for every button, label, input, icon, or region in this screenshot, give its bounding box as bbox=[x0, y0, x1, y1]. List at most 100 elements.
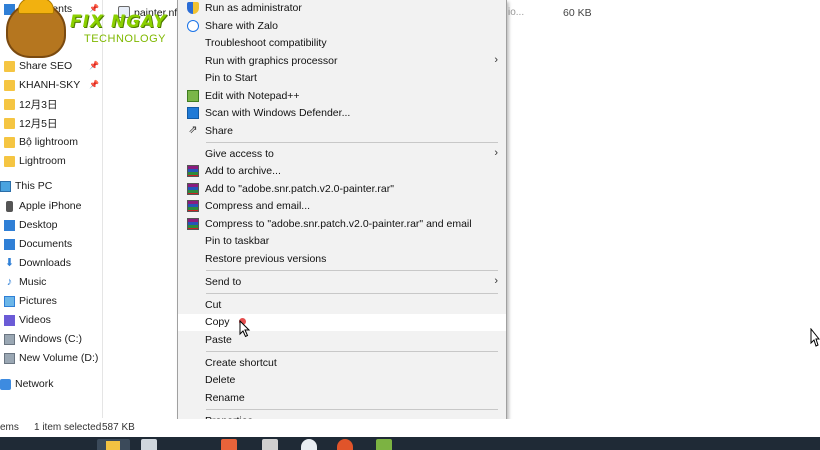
zalo-icon bbox=[187, 20, 199, 32]
app-taskbar-icon[interactable] bbox=[376, 439, 392, 450]
menu-item-restore-previous-versions[interactable]: Restore previous versions bbox=[178, 251, 506, 268]
folder-icon bbox=[106, 441, 120, 450]
nav-item-label: Network bbox=[15, 378, 54, 390]
menu-item-label: Rename bbox=[205, 392, 245, 404]
menu-item-compress-to-rar-and-email[interactable]: Compress to "adobe.snr.patch.v2.0-painte… bbox=[178, 216, 506, 233]
shield-icon bbox=[187, 2, 199, 14]
nav-item-label: New Volume (D:) bbox=[19, 352, 99, 364]
watermark-logo: FIX NGAY TECHNOLOGY bbox=[0, 0, 180, 62]
documents-icon bbox=[4, 238, 15, 250]
status-size: 587 KB bbox=[102, 422, 135, 433]
menu-item-label: Edit with Notepad++ bbox=[205, 90, 300, 102]
status-selection: 1 item selected bbox=[34, 422, 102, 433]
nav-item-pictures[interactable]: Pictures bbox=[4, 292, 57, 310]
menu-separator bbox=[206, 351, 498, 352]
winrar-icon bbox=[187, 218, 199, 230]
menu-item-compress-and-email[interactable]: Compress and email... bbox=[178, 198, 506, 215]
menu-item-troubleshoot-compatibility[interactable]: Troubleshoot compatibility bbox=[178, 35, 506, 52]
logo-brand: FIX NGAY bbox=[70, 12, 167, 32]
nav-item-label: Windows (C:) bbox=[19, 333, 83, 345]
nav-item-new-volume-d[interactable]: New Volume (D:) bbox=[4, 349, 98, 367]
menu-item-delete[interactable]: Delete bbox=[178, 372, 506, 389]
menu-item-label: Pin to taskbar bbox=[205, 235, 270, 247]
nav-item-this-pc[interactable]: This PC bbox=[0, 177, 52, 195]
nav-item-label: This PC bbox=[15, 180, 53, 192]
menu-item-label: Run with graphics processor bbox=[205, 55, 338, 67]
drive-icon bbox=[4, 333, 15, 345]
computer-icon bbox=[0, 180, 11, 192]
menu-item-add-to-archive[interactable]: Add to archive... bbox=[178, 163, 506, 180]
nav-item-music[interactable]: ♪ Music bbox=[4, 273, 47, 291]
nav-item-label: Music bbox=[19, 276, 47, 288]
file-size: 60 KB bbox=[563, 7, 592, 19]
winrar-icon bbox=[187, 200, 199, 212]
pin-icon: 📌 bbox=[89, 61, 99, 70]
menu-item-run-as-administrator[interactable]: Run as administrator bbox=[178, 0, 506, 17]
menu-item-add-to-rar[interactable]: Add to "adobe.snr.patch.v2.0-painter.rar… bbox=[178, 181, 506, 198]
menu-item-label: Restore previous versions bbox=[205, 253, 327, 265]
nav-item-dec-3[interactable]: 12月3日 bbox=[4, 95, 58, 113]
menu-item-label: Scan with Windows Defender... bbox=[205, 107, 351, 119]
menu-item-scan-with-defender[interactable]: Scan with Windows Defender... bbox=[178, 105, 506, 122]
menu-item-share[interactable]: ⇗ Share bbox=[178, 123, 506, 140]
taskbar bbox=[0, 437, 820, 450]
chat-taskbar-icon[interactable] bbox=[301, 439, 317, 450]
menu-item-label: Cut bbox=[205, 299, 222, 311]
status-item-count: ems bbox=[0, 422, 19, 433]
menu-separator bbox=[206, 270, 498, 271]
menu-item-label: Send to bbox=[205, 276, 242, 288]
notepad-plus-plus-icon bbox=[187, 90, 199, 102]
menu-item-label: Share bbox=[205, 125, 234, 137]
folder-icon bbox=[4, 79, 15, 91]
browser-taskbar-icon[interactable] bbox=[337, 439, 353, 450]
menu-item-label: Delete bbox=[205, 374, 236, 386]
nav-item-videos[interactable]: Videos bbox=[4, 311, 51, 329]
menu-item-edit-with-notepad[interactable]: Edit with Notepad++ bbox=[178, 88, 506, 105]
menu-item-label: Compress to "adobe.snr.patch.v2.0-painte… bbox=[205, 218, 472, 230]
drive-icon bbox=[4, 352, 15, 364]
nav-item-lightroom[interactable]: Lightroom bbox=[4, 152, 66, 170]
nav-item-apple-iphone[interactable]: Apple iPhone bbox=[4, 197, 81, 215]
store-taskbar-icon[interactable] bbox=[141, 439, 157, 450]
nav-item-windows-c[interactable]: Windows (C:) bbox=[4, 330, 82, 348]
menu-separator bbox=[206, 293, 498, 294]
chevron-right-icon: › bbox=[494, 275, 498, 287]
menu-item-share-with-zalo[interactable]: Share with Zalo bbox=[178, 18, 506, 35]
nav-item-desktop[interactable]: Desktop bbox=[4, 216, 58, 234]
nav-item-label: Apple iPhone bbox=[19, 200, 82, 212]
file-explorer-taskbar-button[interactable] bbox=[97, 439, 130, 450]
downloads-icon: ⬇ bbox=[4, 256, 15, 269]
nav-item-bo-lightroom[interactable]: Bộ lightroom bbox=[4, 133, 78, 151]
folder-icon bbox=[4, 155, 15, 167]
nav-item-dec-5[interactable]: 12月5日 bbox=[4, 114, 58, 132]
nav-item-downloads[interactable]: ⬇ Downloads bbox=[4, 254, 71, 272]
nav-item-label: Bộ lightroom bbox=[19, 136, 78, 148]
menu-item-create-shortcut[interactable]: Create shortcut bbox=[178, 355, 506, 372]
menu-item-run-with-graphics-processor[interactable]: Run with graphics processor › bbox=[178, 53, 506, 70]
menu-item-pin-to-start[interactable]: Pin to Start bbox=[178, 70, 506, 87]
pin-icon: 📌 bbox=[89, 80, 99, 89]
menu-item-give-access-to[interactable]: Give access to › bbox=[178, 146, 506, 163]
menu-item-paste[interactable]: Paste bbox=[178, 332, 506, 349]
phone-icon bbox=[6, 200, 13, 212]
menu-item-cut[interactable]: Cut bbox=[178, 297, 506, 314]
menu-item-pin-to-taskbar[interactable]: Pin to taskbar bbox=[178, 233, 506, 250]
nav-item-label: Videos bbox=[19, 314, 51, 326]
share-icon: ⇗ bbox=[188, 124, 198, 136]
nav-item-network[interactable]: Network bbox=[0, 375, 54, 393]
app-taskbar-icon[interactable] bbox=[262, 439, 278, 450]
menu-item-label: Run as administrator bbox=[205, 2, 302, 14]
nav-item-label: Lightroom bbox=[19, 155, 66, 167]
menu-item-send-to[interactable]: Send to › bbox=[178, 274, 506, 291]
winrar-icon bbox=[187, 165, 199, 177]
menu-item-rename[interactable]: Rename bbox=[178, 390, 506, 407]
nav-item-label: Downloads bbox=[19, 257, 71, 269]
nav-item-label: KHANH-SKY bbox=[19, 79, 81, 91]
app-taskbar-icon[interactable] bbox=[221, 439, 237, 450]
nav-item-khanh-sky[interactable]: KHANH-SKY bbox=[4, 76, 80, 94]
nav-item-label: Desktop bbox=[19, 219, 58, 231]
nav-item-documents[interactable]: Documents bbox=[4, 235, 72, 253]
menu-item-copy[interactable]: Copy bbox=[178, 314, 506, 331]
mascot-icon bbox=[6, 0, 66, 58]
chevron-right-icon: › bbox=[494, 54, 498, 66]
